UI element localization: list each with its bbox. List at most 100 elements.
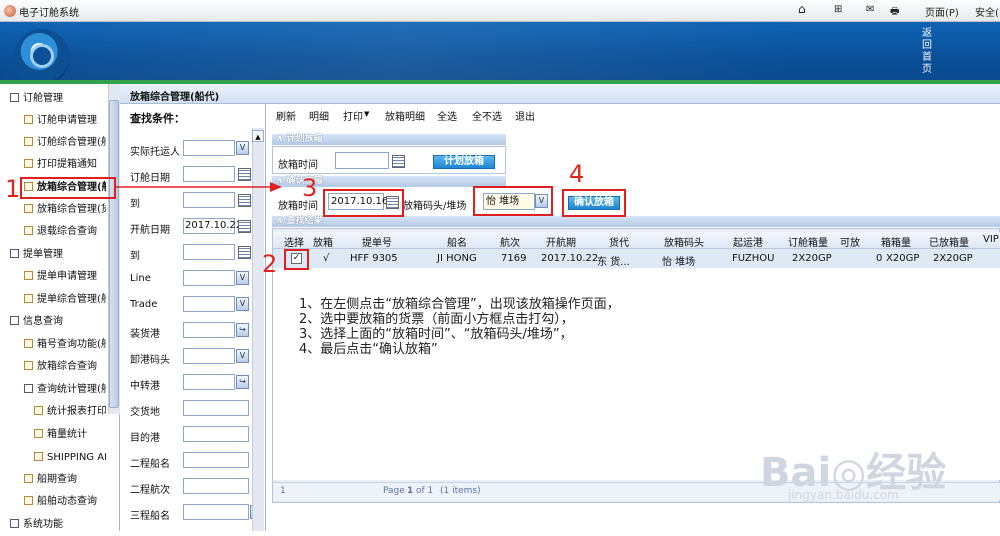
search-field-input[interactable] [183,296,235,312]
print-button[interactable]: 打印 [343,108,363,123]
sidebar-item[interactable]: 系统功能 [10,514,106,536]
column-header[interactable]: 开航期 [546,234,576,249]
search-field-input[interactable] [183,504,249,520]
cell-vessel: JI HONG [437,253,477,264]
sidebar-item-label: 订舱管理 [23,93,63,104]
search-field-input[interactable] [183,322,235,338]
page-title: 放箱综合管理(船代) [130,92,220,103]
sidebar-item[interactable]: 箱号查询功能(船 [24,334,106,356]
sidebar-item[interactable]: 订舱管理 [10,88,106,110]
sidebar-item[interactable]: 提单综合管理(船 [24,289,106,311]
plan-release-button[interactable]: 计划放箱 [433,155,495,169]
search-field-input[interactable] [183,374,235,390]
safety-menu[interactable]: 安全( [975,4,999,19]
sidebar-item[interactable]: 提单管理 [10,244,106,266]
column-header[interactable]: 船名 [447,234,467,249]
search-field-label: 交货地 [130,407,160,418]
search-field-input[interactable] [183,270,235,286]
dropdown-icon[interactable]: V [236,349,249,363]
column-header[interactable]: 提单号 [362,234,392,249]
mail-icon[interactable]: ✉ [866,4,874,15]
page-icon [24,294,33,303]
column-header[interactable]: 起运港 [733,234,763,249]
pager-current-page[interactable]: 1 [407,486,413,496]
select-all-button[interactable]: 全选 [437,108,457,123]
search-field-input[interactable] [183,348,235,364]
plan-section-title: 计划放箱 [286,134,323,144]
results-section-header: ∧ 查找结果 [272,216,1000,227]
feed-icon[interactable]: ⊞ [834,4,842,15]
browser-tab-title[interactable]: 电子订舱系统 [19,4,79,19]
page-icon [24,361,33,370]
sidebar-item[interactable]: 放箱综合管理(货 [24,199,106,221]
dropdown-icon[interactable]: V [236,141,249,155]
calendar-icon[interactable] [238,194,251,207]
column-header[interactable]: 放箱码头 [664,234,704,249]
exit-button[interactable]: 退出 [515,108,535,123]
search-field-input[interactable] [183,192,235,208]
column-header[interactable]: 选择 [284,234,304,249]
page-icon [34,406,43,415]
search-field-input[interactable]: 2017.10.22 [183,218,242,234]
sidebar-item[interactable]: 船期查询 [24,469,106,491]
sidebar-item[interactable]: 提单申请管理 [24,266,106,288]
sidebar-item-label: 订舱申请管理 [37,115,97,126]
pager-items: (1 items) [440,486,481,496]
search-field-input[interactable] [183,140,235,156]
annotation-box-confirm [562,189,626,217]
annotation-number-2: 2 [262,250,278,278]
refresh-button[interactable]: 刷新 [276,108,296,123]
calendar-icon[interactable] [392,155,405,168]
deselect-all-button[interactable]: 全不选 [472,108,502,123]
folder-toggle-icon [10,316,19,325]
column-header[interactable]: 航次 [500,234,520,249]
calendar-icon[interactable] [238,220,251,233]
sidebar-item[interactable]: 统计报表打印 [34,401,106,423]
sidebar-item[interactable]: 打印提箱通知 [24,154,106,176]
search-field-input[interactable] [183,426,249,442]
lookup-icon[interactable]: ↪ [236,375,249,389]
dropdown-icon[interactable]: V [236,271,249,285]
search-field-input[interactable] [183,400,249,416]
sidebar-item[interactable]: 退载综合查询 [24,221,106,243]
sidebar-scrollbar-thumb[interactable] [109,100,119,408]
search-field-label: 到 [130,251,140,262]
sidebar-item[interactable]: 订舱综合管理(船 [24,132,106,154]
page-icon [24,137,33,146]
release-detail-button[interactable]: 放箱明细 [385,108,425,123]
page-icon [24,159,33,168]
column-header[interactable]: 可放 [840,234,860,249]
sidebar-item[interactable]: SHIPPING ADVIS [34,447,106,469]
detail-button[interactable]: 明细 [309,108,329,123]
column-header[interactable]: VIP [983,234,999,245]
column-header[interactable]: 订舱箱量 [788,234,828,249]
print-icon[interactable]: 🖶 [890,4,899,21]
lookup-icon[interactable]: ↪ [236,323,249,337]
calendar-icon[interactable] [238,246,251,259]
sidebar-item[interactable]: 放箱综合查询 [24,356,106,378]
cell-boxes: X20GP [886,253,920,264]
column-header[interactable]: 箱箱量 [881,234,911,249]
sidebar-item[interactable]: 船舶动态查询 [24,491,106,513]
return-home-link[interactable]: 返回首页 [922,28,936,76]
dropdown-icon[interactable]: V [236,297,249,311]
annotation-box-time [323,189,404,217]
annotation-number-3: 3 [302,174,318,202]
sidebar-item[interactable]: 信息查询 [10,311,106,333]
page-icon [24,496,33,505]
sidebar-item[interactable]: 查询统计管理(船 [24,379,106,401]
search-field-input[interactable] [183,452,249,468]
search-field-input[interactable] [183,478,249,494]
sidebar-item[interactable]: 订舱申请管理 [24,110,106,132]
column-header[interactable]: 货代 [609,234,629,249]
home-icon[interactable]: ⌂ [798,2,806,16]
page-menu[interactable]: 页面(P) [925,4,959,19]
print-dropdown-icon[interactable]: ▼ [364,110,369,118]
sidebar-item-label: 提单申请管理 [37,271,97,282]
sidebar-item[interactable]: 箱量统计 [34,424,106,446]
column-header[interactable]: 已放箱量 [929,234,969,249]
scroll-up-icon[interactable]: ▲ [252,130,264,142]
plan-time-input[interactable] [335,152,389,169]
search-field-input[interactable] [183,244,235,260]
column-header[interactable]: 放箱 [313,234,333,249]
